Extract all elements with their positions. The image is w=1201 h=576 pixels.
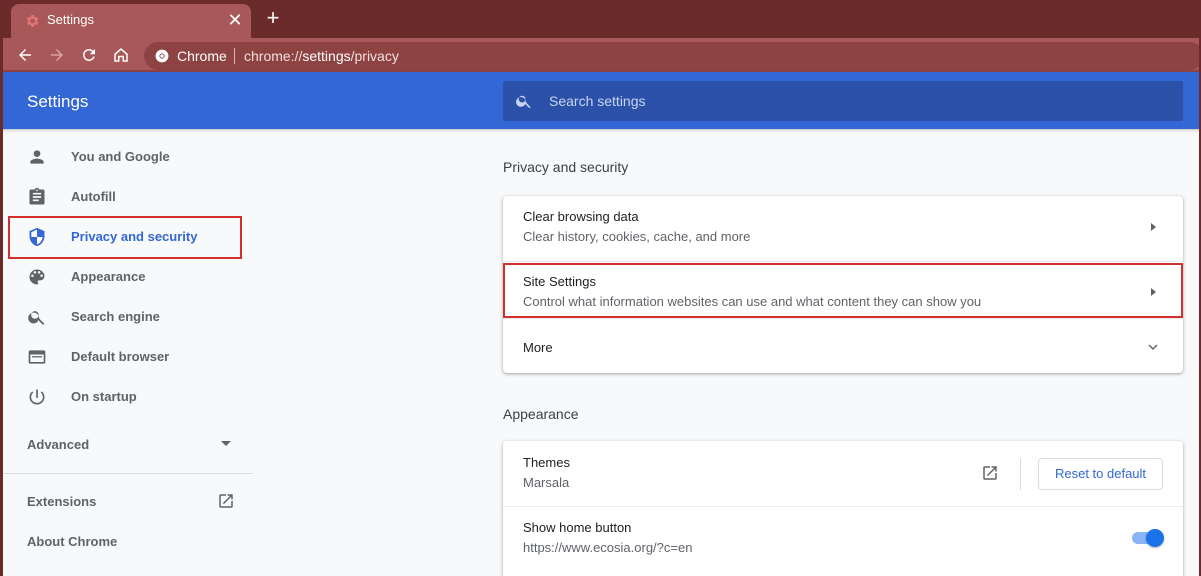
forward-icon[interactable] bbox=[46, 44, 68, 66]
power-icon bbox=[29, 389, 45, 405]
privacy-section-title: Privacy and security bbox=[503, 159, 629, 175]
gear-icon bbox=[26, 15, 39, 27]
sidebar-item-label: Autofill bbox=[71, 189, 116, 204]
tab-settings[interactable]: Settings ✕ bbox=[11, 4, 251, 38]
themes-row: Themes Marsala Reset to default bbox=[503, 441, 1183, 506]
sidebar-item-you-and-google[interactable]: You and Google bbox=[3, 136, 253, 176]
settings-header: Settings bbox=[0, 72, 1201, 129]
extensions-link[interactable]: Extensions bbox=[27, 494, 96, 509]
row-value: https://www.ecosia.org/?c=en bbox=[523, 540, 693, 555]
home-button-toggle[interactable] bbox=[1132, 529, 1164, 547]
address-bar[interactable]: Chrome chrome://settings/privacy bbox=[144, 42, 1201, 70]
sidebar-item-on-startup[interactable]: On startup bbox=[3, 376, 253, 416]
sidebar-item-label: Search engine bbox=[71, 309, 160, 324]
search-box[interactable] bbox=[503, 81, 1183, 121]
close-tab-icon[interactable]: ✕ bbox=[225, 10, 245, 30]
show-home-button-row[interactable]: Show home button https://www.ecosia.org/… bbox=[503, 507, 1183, 576]
chevron-down-icon[interactable] bbox=[221, 441, 231, 446]
window-frame-left bbox=[0, 0, 3, 576]
row-title: Themes bbox=[523, 455, 570, 470]
more-row[interactable]: More bbox=[503, 319, 1183, 373]
sidebar-item-default-browser[interactable]: Default browser bbox=[3, 336, 253, 376]
sidebar-item-label: Default browser bbox=[71, 349, 170, 364]
open-in-new-icon[interactable] bbox=[981, 464, 999, 482]
row-description: Clear history, cookies, cache, and more bbox=[523, 229, 751, 244]
site-chip: Chrome bbox=[177, 48, 227, 64]
reset-to-default-button[interactable]: Reset to default bbox=[1038, 458, 1163, 490]
search-icon bbox=[516, 95, 531, 109]
url-text: chrome://settings/privacy bbox=[244, 48, 399, 64]
browser-window-icon bbox=[28, 350, 46, 364]
person-icon bbox=[30, 150, 44, 164]
palette-icon bbox=[29, 269, 45, 285]
sidebar-item-label: Appearance bbox=[71, 269, 146, 284]
reload-icon[interactable] bbox=[78, 44, 100, 66]
sidebar-item-appearance[interactable]: Appearance bbox=[3, 256, 253, 296]
tab-title: Settings bbox=[47, 12, 94, 27]
vertical-divider bbox=[1020, 458, 1021, 490]
advanced-toggle[interactable]: Advanced bbox=[27, 437, 89, 452]
row-title: Show home button bbox=[523, 520, 632, 535]
highlight-annotation bbox=[8, 216, 242, 259]
sidebar-item-autofill[interactable]: Autofill bbox=[3, 176, 253, 216]
appearance-section-title: Appearance bbox=[503, 406, 579, 422]
toolbar: Chrome chrome://settings/privacy bbox=[0, 38, 1201, 72]
search-input[interactable] bbox=[549, 91, 1149, 111]
clipboard-icon bbox=[29, 187, 45, 205]
sidebar-item-label: On startup bbox=[71, 389, 137, 404]
page-title: Settings bbox=[27, 92, 89, 111]
search-icon bbox=[28, 311, 45, 325]
arrow-right-icon bbox=[1151, 223, 1156, 231]
highlight-annotation bbox=[503, 263, 1183, 318]
privacy-card: Clear browsing data Clear history, cooki… bbox=[503, 196, 1183, 373]
appearance-card: Themes Marsala Reset to default Show hom… bbox=[503, 441, 1183, 576]
sidebar-item-label: You and Google bbox=[71, 149, 170, 164]
url-scheme: chrome:// bbox=[244, 48, 303, 64]
chrome-logo-icon bbox=[155, 49, 169, 63]
clear-browsing-data-row[interactable]: Clear browsing data Clear history, cooki… bbox=[503, 196, 1183, 261]
toggle-knob bbox=[1146, 529, 1164, 547]
omnibox-separator bbox=[234, 48, 235, 64]
row-title: More bbox=[523, 340, 553, 355]
url-host: settings bbox=[302, 48, 351, 64]
sidebar-item-search-engine[interactable]: Search engine bbox=[3, 296, 253, 336]
row-value: Marsala bbox=[523, 475, 570, 490]
tab-strip: Settings ✕ + bbox=[0, 0, 1201, 38]
sidebar-divider bbox=[3, 473, 253, 474]
url-path: /privacy bbox=[350, 48, 399, 64]
row-title: Clear browsing data bbox=[523, 209, 639, 224]
open-in-new-icon[interactable] bbox=[217, 492, 235, 510]
home-icon[interactable] bbox=[110, 44, 132, 66]
chevron-down-icon[interactable] bbox=[1145, 339, 1161, 355]
about-chrome-link[interactable]: About Chrome bbox=[27, 534, 117, 549]
sidebar: You and Google Autofill Privacy and secu… bbox=[3, 129, 253, 576]
back-icon[interactable] bbox=[14, 44, 36, 66]
new-tab-icon[interactable]: + bbox=[263, 7, 283, 29]
